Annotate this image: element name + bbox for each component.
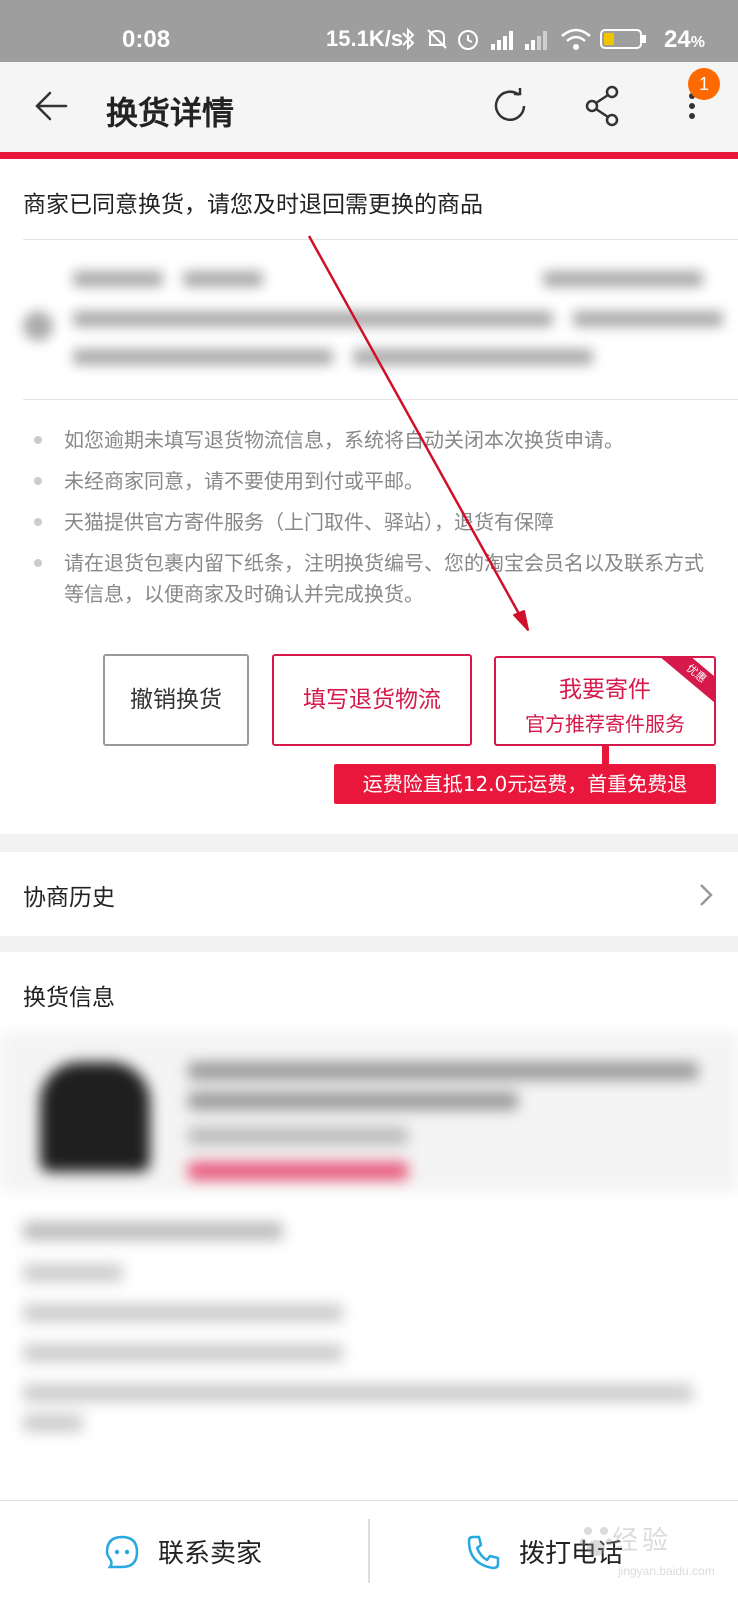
call-phone-label: 拨打电话 [519, 1539, 624, 1569]
chat-bubble-icon [105, 1535, 139, 1569]
notification-badge: 1 [688, 68, 720, 100]
exchange-status-card: 商家已同意换货，请您及时退回需更换的商品 如您逾期未填写退货物流信息，系统将自动… [0, 159, 738, 834]
negotiation-history-row[interactable]: 协商历史 [0, 852, 738, 936]
signal-icon-2 [525, 31, 547, 50]
divider [23, 239, 738, 240]
share-icon[interactable] [582, 84, 626, 128]
status-time: 0:08 [122, 26, 171, 53]
product-image [40, 1062, 150, 1172]
phone-icon [467, 1535, 500, 1570]
notes-list: 如您逾期未填写退货物流信息，系统将自动关闭本次换货申请。 未经商家同意，请不要使… [30, 425, 720, 620]
shipping-insurance-tip: 运费险直抵12.0元运费，首重免费退 [334, 764, 716, 804]
wifi-icon [561, 28, 591, 50]
note-item: 天猫提供官方寄件服务（上门取件、驿站），退货有保障 [30, 507, 720, 538]
history-label: 协商历史 [23, 885, 115, 911]
note-item: 如您逾期未填写退货物流信息，系统将自动关闭本次换货申请。 [30, 425, 720, 456]
contact-seller-label: 联系卖家 [158, 1539, 263, 1569]
page-title: 换货详情 [106, 94, 235, 132]
exchange-info-card: 换货信息 [0, 952, 738, 1500]
status-net-speed: 15.1K/s [326, 26, 404, 51]
bell-muted-icon [427, 29, 447, 49]
divider [23, 399, 738, 400]
status-bar: 0:08 15.1K/s 24% [0, 0, 738, 62]
call-phone-button[interactable]: 拨打电话 [369, 1501, 738, 1600]
refresh-icon[interactable] [488, 84, 532, 128]
accent-divider [0, 152, 738, 159]
ship-button-sublabel: 官方推荐寄件服务 [525, 712, 685, 736]
blurred-product-details [0, 1032, 738, 1492]
back-arrow-icon[interactable] [32, 84, 72, 128]
cancel-exchange-button[interactable]: 撤销换货 [103, 654, 249, 746]
alarm-icon [458, 30, 478, 50]
exchange-info-label: 换货信息 [23, 985, 115, 1011]
tip-pointer [602, 746, 609, 764]
fill-return-logistics-button[interactable]: 填写退货物流 [272, 654, 472, 746]
ship-package-button[interactable]: 我要寄件 官方推荐寄件服务 优惠 [494, 656, 716, 746]
bottom-action-bar: 联系卖家 拨打电话 [0, 1500, 738, 1600]
contact-seller-button[interactable]: 联系卖家 [0, 1501, 369, 1600]
bluetooth-icon [402, 27, 415, 51]
signal-icon-1 [491, 31, 513, 50]
status-headline: 商家已同意换货，请您及时退回需更换的商品 [23, 192, 483, 218]
note-item: 未经商家同意，请不要使用到付或平邮。 [30, 466, 720, 497]
battery-percent: 24% [664, 26, 705, 53]
blurred-order-summary [23, 259, 723, 384]
chevron-right-icon [700, 884, 713, 906]
top-bar: 换货详情 [0, 62, 738, 152]
note-item: 请在退货包裹内留下纸条，注明换货编号、您的淘宝会员名以及联系方式等信息，以便商家… [30, 548, 720, 610]
battery-icon [600, 29, 646, 49]
